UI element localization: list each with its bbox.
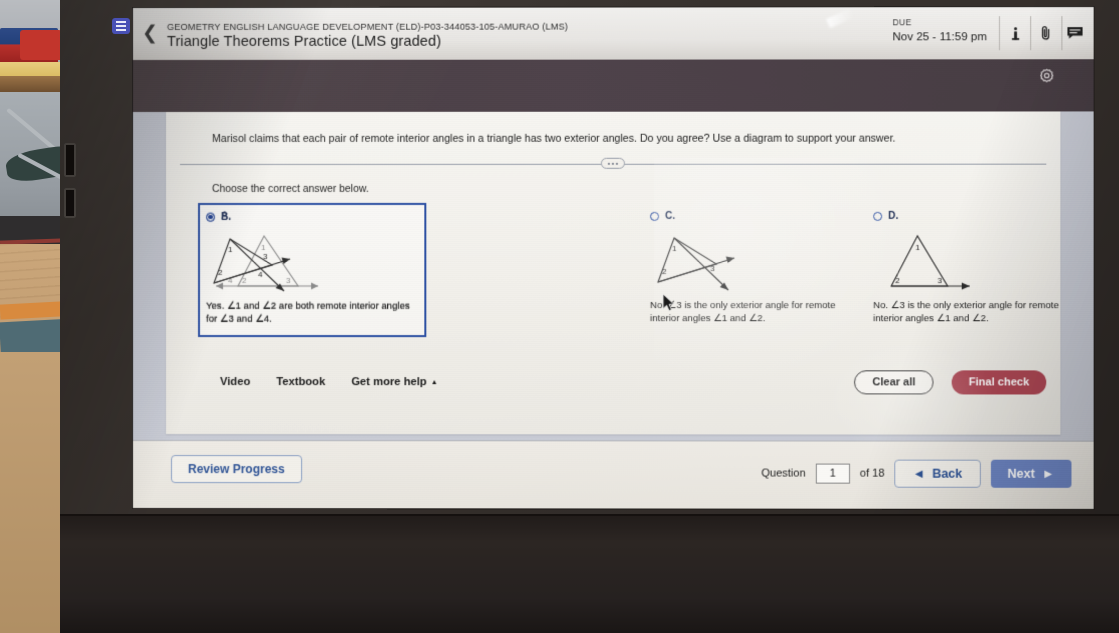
triangle-left-icon: ◄ [912,466,926,481]
clear-all-button[interactable]: Clear all [854,370,934,395]
assignment-header: ❮ GEOMETRY ENGLISH LANGUAGE DEVELOPMENT … [133,7,1094,61]
background-red-box [20,30,62,60]
assignment-title: Triangle Theorems Practice (LMS graded) [167,33,442,50]
svg-text:1: 1 [228,245,233,254]
get-more-help-link[interactable]: Get more help ▲ [351,376,437,388]
option-c-text: No. ∠3 is the only exterior angle for re… [650,300,836,324]
svg-text:2: 2 [895,276,900,285]
gear-icon[interactable] [1035,65,1057,87]
svg-text:2: 2 [218,268,223,277]
option-c[interactable]: C. 1 2 3 No. ∠3 is the only exterior ang… [650,208,867,340]
back-button[interactable]: ◄ Back [894,459,981,488]
option-d-text: No. ∠3 is the only exterior angle for re… [873,300,1059,324]
option-b-letter: B. [221,211,232,223]
toolbar-dark-band [133,59,1094,112]
svg-text:4: 4 [258,270,263,279]
option-b-diagram: 1 2 3 4 [206,227,418,301]
course-name: GEOMETRY ENGLISH LANGUAGE DEVELOPMENT (E… [167,21,568,32]
radio-button-b[interactable] [206,212,216,222]
option-b-header: B. [206,209,418,225]
option-b[interactable]: B. 1 2 3 4 Yes. ∠1 and ∠2 are both remot… [198,202,427,338]
review-progress-button[interactable]: Review Progress [171,455,302,484]
svg-text:2: 2 [662,267,667,276]
ellipsis-icon[interactable] [600,157,625,169]
paperclip-icon[interactable] [1031,16,1063,51]
triangle-right-icon: ► [1041,466,1055,481]
due-date-block: DUE Nov 25 - 11:59 pm [884,16,1000,51]
option-c-header: C. [650,208,867,224]
option-d-diagram: 1 2 3 [873,226,1090,300]
info-icon[interactable] [999,16,1032,51]
answer-options: A. 1 2 3 4 Yes. ∠1 and ∠2 are both remot… [198,202,1059,349]
back-button-label: Back [932,466,963,481]
option-c-diagram: 1 2 3 [650,226,867,300]
option-b-text: Yes. ∠1 and ∠2 are both remote interior … [206,301,410,325]
caret-up-icon: ▲ [430,378,438,386]
svg-text:3: 3 [938,276,943,285]
question-number-input[interactable]: 1 [815,463,850,484]
option-d[interactable]: D. 1 2 3 No. ∠3 is the only exterior ang… [873,208,1090,341]
laptop-port [64,188,76,218]
question-prompt: Marisol claims that each pair of remote … [212,132,896,145]
option-d-header: D. [873,208,1090,224]
svg-text:1: 1 [915,243,920,252]
radio-button-c[interactable] [650,211,660,221]
svg-text:3: 3 [710,264,715,273]
chat-icon[interactable] [1062,16,1093,50]
next-button-label: Next [1007,466,1035,481]
due-value: Nov 25 - 11:59 pm [892,31,987,44]
textbook-link[interactable]: Textbook [276,376,325,388]
video-link[interactable]: Video [220,376,250,388]
question-card: Marisol claims that each pair of remote … [166,111,1061,435]
radio-button-d[interactable] [873,211,883,221]
question-label: Question [761,467,806,480]
get-more-help-label: Get more help [351,376,427,389]
bottom-navigation-bar: Review Progress Question 1 of 18 ◄ Back … [133,440,1094,509]
back-chevron-icon[interactable]: ❮ [133,22,167,44]
laptop-port [64,143,76,177]
header-titles: GEOMETRY ENGLISH LANGUAGE DEVELOPMENT (E… [167,16,884,51]
final-check-button[interactable]: Final check [951,370,1047,395]
due-label: DUE [892,17,912,28]
instruction-text: Choose the correct answer below. [212,183,369,195]
svg-text:1: 1 [672,244,677,253]
laptop-screen: ❮ GEOMETRY ENGLISH LANGUAGE DEVELOPMENT … [133,7,1094,509]
action-buttons: Clear all Final check [854,370,1047,395]
next-button[interactable]: Next ► [990,459,1072,488]
option-c-letter: C. [665,210,676,222]
question-total-label: of 18 [859,467,885,480]
question-navigation: Question 1 of 18 ◄ Back Next ► [761,459,1072,488]
help-links: Video Textbook Get more help ▲ [220,376,438,388]
svg-text:3: 3 [263,252,268,261]
header-icon-group [999,16,1094,51]
hamburger-menu-icon[interactable] [112,18,130,34]
laptop-base: D⌀LL [60,516,1119,633]
content-area: Marisol claims that each pair of remote … [133,111,1094,509]
help-and-actions-row: Video Textbook Get more help ▲ Clear all… [166,370,1060,407]
option-d-letter: D. [888,210,899,222]
